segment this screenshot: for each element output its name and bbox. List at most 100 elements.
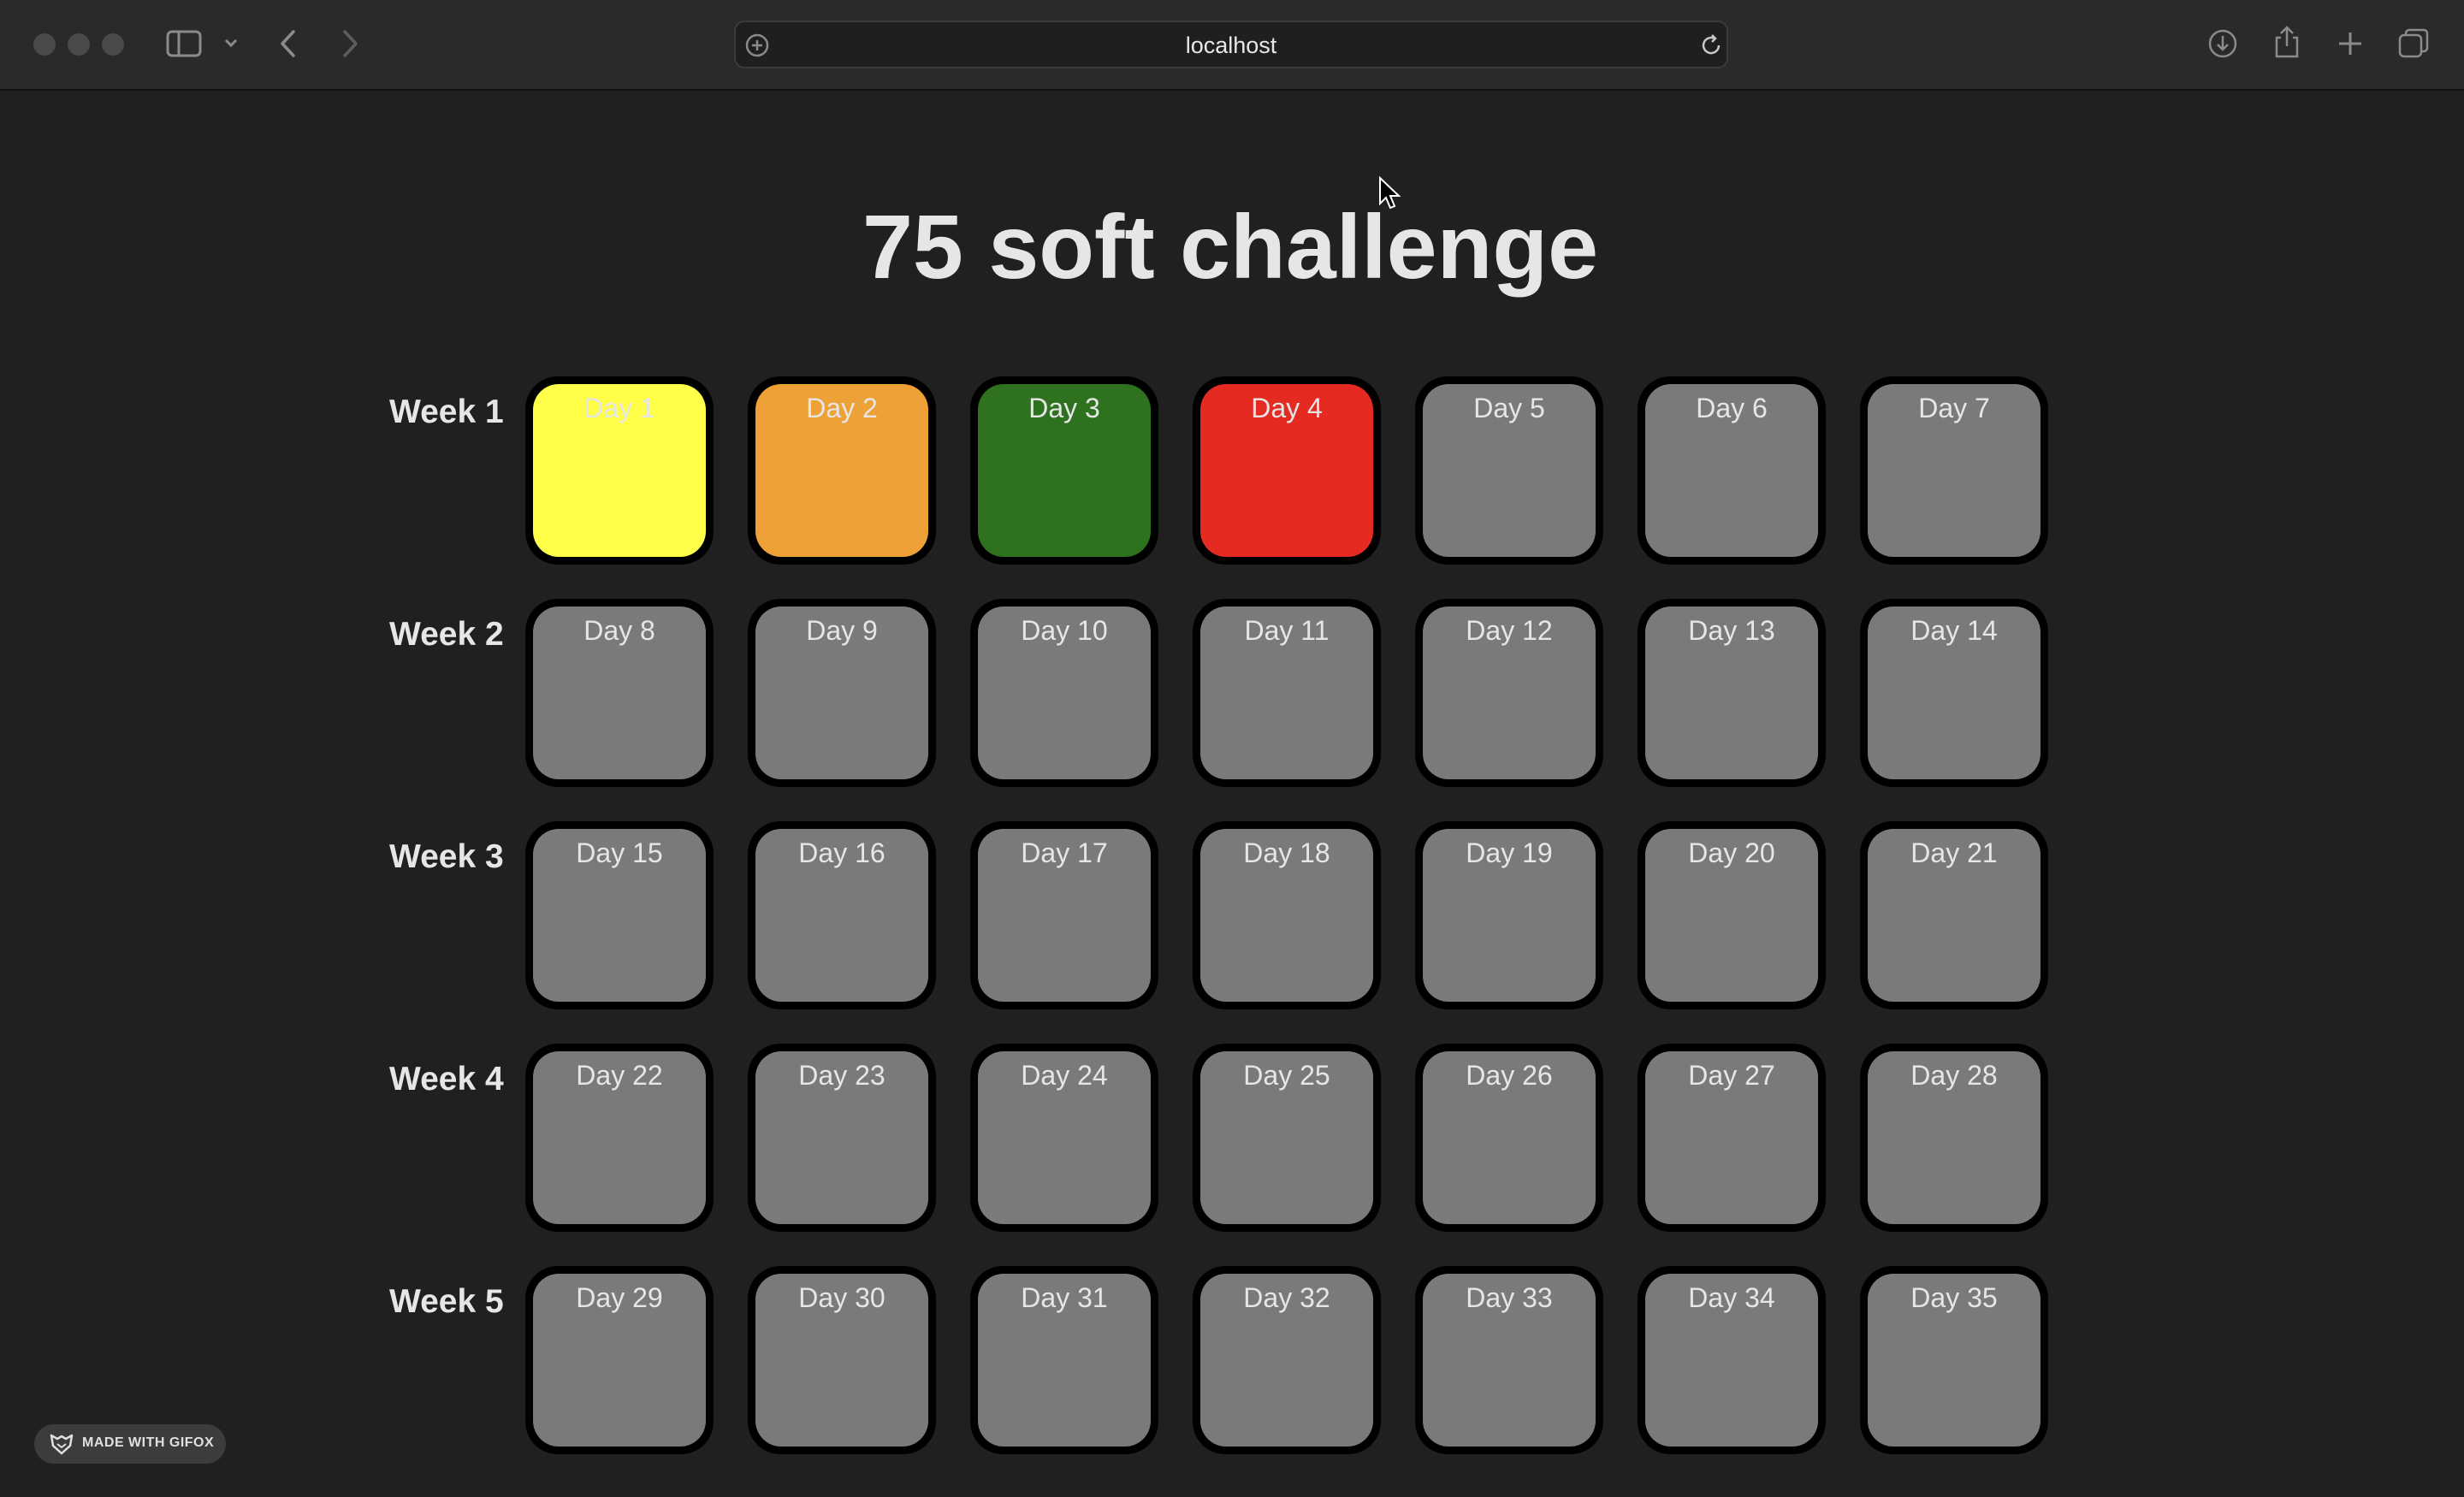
day-cell[interactable]: Day 9	[748, 599, 936, 787]
new-tab-plus-icon[interactable]	[2337, 30, 2364, 57]
day-color-fill[interactable]: Day 10	[978, 606, 1151, 779]
forward-arrow-icon[interactable]	[341, 29, 359, 58]
day-cell[interactable]: Day 13	[1638, 599, 1826, 787]
day-color-fill[interactable]: Day 22	[533, 1051, 706, 1224]
day-cell[interactable]: Day 27	[1638, 1044, 1826, 1232]
day-cell[interactable]: Day 5	[1415, 376, 1603, 565]
address-bar[interactable]: localhost	[734, 21, 1728, 68]
url-text[interactable]: localhost	[736, 33, 1727, 59]
day-label: Day 10	[1021, 615, 1108, 646]
share-icon[interactable]	[2272, 25, 2302, 59]
day-cell[interactable]: Day 1	[525, 376, 714, 565]
day-cell[interactable]: Day 4	[1193, 376, 1381, 565]
day-cell[interactable]: Day 10	[970, 599, 1158, 787]
day-cell[interactable]: Day 16	[748, 821, 936, 1009]
day-color-fill[interactable]: Day 14	[1868, 606, 2040, 779]
day-cell[interactable]: Day 30	[748, 1266, 936, 1454]
day-cell[interactable]: Day 19	[1415, 821, 1603, 1009]
day-color-fill[interactable]: Day 18	[1200, 829, 1373, 1002]
day-color-fill[interactable]: Day 27	[1645, 1051, 1818, 1224]
day-color-fill[interactable]: Day 26	[1423, 1051, 1596, 1224]
day-color-fill[interactable]: Day 17	[978, 829, 1151, 1002]
day-label: Day 3	[1028, 393, 1100, 423]
day-cell[interactable]: Day 29	[525, 1266, 714, 1454]
zoom-window-button[interactable]	[102, 33, 124, 56]
browser-window: localhost 75 soft challenge Week 1 Day 1 D…	[0, 0, 2464, 1497]
day-color-fill[interactable]: Day 5	[1423, 384, 1596, 557]
page-title: 75 soft challenge	[862, 197, 1599, 298]
day-color-fill[interactable]: Day 30	[755, 1274, 928, 1447]
downloads-icon[interactable]	[2207, 28, 2238, 59]
day-label: Day 17	[1021, 837, 1108, 868]
day-cell[interactable]: Day 21	[1860, 821, 2048, 1009]
day-color-fill[interactable]: Day 11	[1200, 606, 1373, 779]
day-color-fill[interactable]: Day 8	[533, 606, 706, 779]
day-cell[interactable]: Day 28	[1860, 1044, 2048, 1232]
day-color-fill[interactable]: Day 2	[755, 384, 928, 557]
day-color-fill[interactable]: Day 16	[755, 829, 928, 1002]
day-color-fill[interactable]: Day 6	[1645, 384, 1818, 557]
day-color-fill[interactable]: Day 21	[1868, 829, 2040, 1002]
day-color-fill[interactable]: Day 25	[1200, 1051, 1373, 1224]
day-color-fill[interactable]: Day 24	[978, 1051, 1151, 1224]
day-cell[interactable]: Day 14	[1860, 599, 2048, 787]
day-color-fill[interactable]: Day 4	[1200, 384, 1373, 557]
day-color-fill[interactable]: Day 19	[1423, 829, 1596, 1002]
day-cell[interactable]: Day 31	[970, 1266, 1158, 1454]
day-label: Day 20	[1688, 837, 1775, 868]
back-arrow-icon[interactable]	[279, 29, 298, 58]
day-label: Day 9	[806, 615, 878, 646]
tab-overview-icon[interactable]	[2397, 27, 2430, 60]
browser-toolbar: localhost	[0, 0, 2464, 91]
day-color-fill[interactable]: Day 28	[1868, 1051, 2040, 1224]
day-cell[interactable]: Day 18	[1193, 821, 1381, 1009]
day-color-fill[interactable]: Day 35	[1868, 1274, 2040, 1447]
day-color-fill[interactable]: Day 7	[1868, 384, 2040, 557]
day-color-fill[interactable]: Day 23	[755, 1051, 928, 1224]
day-color-fill[interactable]: Day 1	[533, 384, 706, 557]
day-label: Day 16	[798, 837, 886, 868]
day-label: Day 34	[1688, 1282, 1775, 1313]
day-color-fill[interactable]: Day 29	[533, 1274, 706, 1447]
day-cell[interactable]: Day 34	[1638, 1266, 1826, 1454]
day-cell[interactable]: Day 33	[1415, 1266, 1603, 1454]
day-color-fill[interactable]: Day 12	[1423, 606, 1596, 779]
day-cell[interactable]: Day 2	[748, 376, 936, 565]
day-cell[interactable]: Day 20	[1638, 821, 1826, 1009]
day-color-fill[interactable]: Day 31	[978, 1274, 1151, 1447]
day-color-fill[interactable]: Day 20	[1645, 829, 1818, 1002]
day-color-fill[interactable]: Day 13	[1645, 606, 1818, 779]
day-cell[interactable]: Day 12	[1415, 599, 1603, 787]
day-color-fill[interactable]: Day 9	[755, 606, 928, 779]
day-cell[interactable]: Day 15	[525, 821, 714, 1009]
day-label: Day 5	[1473, 393, 1545, 423]
day-cell[interactable]: Day 32	[1193, 1266, 1381, 1454]
day-cell[interactable]: Day 3	[970, 376, 1158, 565]
day-color-fill[interactable]: Day 32	[1200, 1274, 1373, 1447]
day-cell[interactable]: Day 17	[970, 821, 1158, 1009]
chevron-down-icon[interactable]	[224, 38, 238, 48]
gifox-badge[interactable]: MADE WITH GIFOX	[34, 1424, 226, 1464]
day-cell[interactable]: Day 11	[1193, 599, 1381, 787]
close-window-button[interactable]	[33, 33, 56, 56]
day-label: Day 4	[1251, 393, 1323, 423]
day-cell[interactable]: Day 35	[1860, 1266, 2048, 1454]
day-cell[interactable]: Day 7	[1860, 376, 2048, 565]
week-row: Week 1 Day 1 Day 2 Day 3 Day 4 Day 5 Day 6 Day …	[0, 376, 2464, 565]
day-cell[interactable]: Day 6	[1638, 376, 1826, 565]
day-cell[interactable]: Day 23	[748, 1044, 936, 1232]
day-cell[interactable]: Day 8	[525, 599, 714, 787]
day-cell[interactable]: Day 24	[970, 1044, 1158, 1232]
sidebar-toggle-icon[interactable]	[166, 30, 202, 57]
day-color-fill[interactable]: Day 34	[1645, 1274, 1818, 1447]
day-color-fill[interactable]: Day 33	[1423, 1274, 1596, 1447]
day-cell[interactable]: Day 26	[1415, 1044, 1603, 1232]
week-row: Week 4 Day 22 Day 23 Day 24 Day 25 Day 26 Day …	[0, 1044, 2464, 1232]
day-cell[interactable]: Day 22	[525, 1044, 714, 1232]
day-color-fill[interactable]: Day 3	[978, 384, 1151, 557]
day-cell[interactable]: Day 25	[1193, 1044, 1381, 1232]
day-label: Day 31	[1021, 1282, 1108, 1313]
reload-icon[interactable]	[1698, 33, 1724, 58]
day-color-fill[interactable]: Day 15	[533, 829, 706, 1002]
minimize-window-button[interactable]	[68, 33, 90, 56]
